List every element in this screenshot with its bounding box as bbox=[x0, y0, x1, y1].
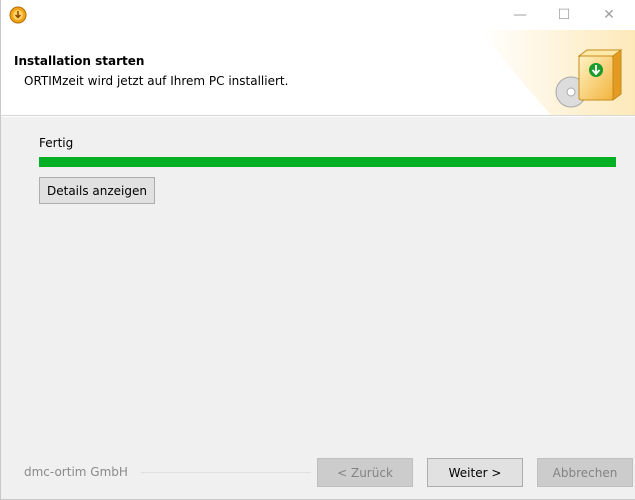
installer-icon bbox=[9, 6, 27, 24]
maximize-button[interactable]: ☐ bbox=[542, 0, 586, 30]
box-cd-icon bbox=[481, 30, 635, 115]
show-details-button[interactable]: Details anzeigen bbox=[39, 177, 155, 204]
cancel-button[interactable]: Abbrechen bbox=[537, 458, 633, 487]
header-panel: Installation starten ORTIMzeit wird jetz… bbox=[1, 30, 635, 115]
footer-divider bbox=[141, 472, 311, 473]
next-button[interactable]: Weiter > bbox=[427, 458, 523, 487]
installer-window: — ☐ ✕ Installation starten ORTIMzeit wir… bbox=[0, 0, 635, 500]
close-button[interactable]: ✕ bbox=[587, 0, 631, 30]
back-button[interactable]: < Zurück bbox=[317, 458, 413, 487]
branding-text: dmc-ortim GmbH bbox=[24, 465, 128, 479]
page-subtitle: ORTIMzeit wird jetzt auf Ihrem PC instal… bbox=[24, 74, 289, 88]
install-progress-bar bbox=[39, 157, 616, 167]
status-text: Fertig bbox=[39, 136, 74, 150]
minimize-button[interactable]: — bbox=[498, 0, 542, 30]
header-divider-highlight bbox=[1, 116, 635, 117]
title-bar: — ☐ ✕ bbox=[1, 0, 635, 30]
progress-fill bbox=[39, 157, 616, 167]
page-title: Installation starten bbox=[14, 54, 145, 68]
